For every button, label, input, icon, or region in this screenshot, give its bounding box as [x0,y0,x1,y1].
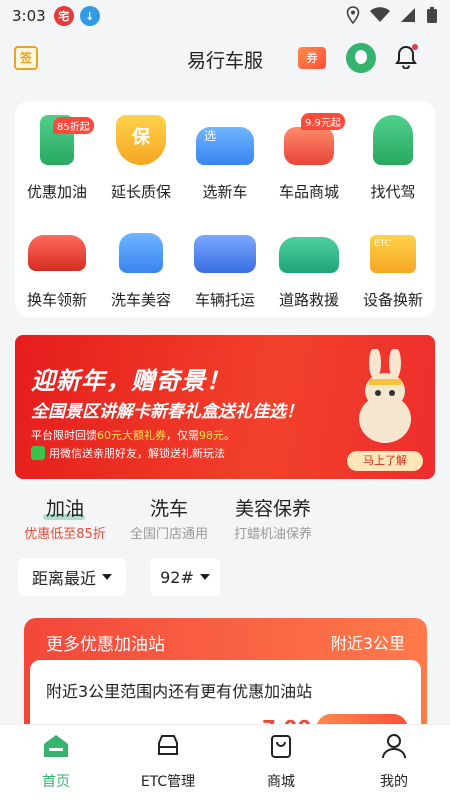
car-front-icon [158,735,178,755]
nearby-range-label: 附近3公里 [330,634,405,653]
grid-item-driver[interactable]: 找代驾 [351,105,435,205]
wifi-icon [370,7,390,22]
tab-label: 美容保养 [234,498,311,520]
tab-label: 洗车 [149,498,188,520]
home-icon [44,735,68,757]
more-stations-title: 更多优惠加油站 [46,635,165,655]
car-exchange-icon [28,235,86,271]
grid-item-shop[interactable]: 9.9元起 车品商城 [267,105,351,205]
status-bar: 3:03 宅 ↓ [0,0,450,32]
customer-service-icon[interactable] [346,43,376,73]
car-wash-icon [119,233,163,273]
etc-device-icon: ETC [370,235,416,273]
grid-item-label: 延长质保 [110,183,171,201]
grid-item-warranty[interactable]: 保 延长质保 [99,105,183,205]
distance-sort-dropdown[interactable]: 距离最近 [18,558,126,596]
shopping-bag-icon [271,735,291,758]
tab-sublabel: 全国门店通用 [129,527,208,542]
nav-label: 商城 [267,774,295,790]
status-time: 3:03 [12,7,46,25]
service-tabs: 加油 优惠低至85折 洗车 全国门店通用 美容保养 打蜡机油保养 [0,494,450,544]
app-notification-icon: 宅 [53,6,74,26]
grid-item-car-exchange[interactable]: 换车领新 [15,213,99,313]
nav-label: 首页 [42,774,70,790]
banner-offer-suffix: 。 [224,429,235,442]
tab-beauty-maintenance[interactable]: 美容保养 打蜡机油保养 [226,494,320,542]
grid-item-label: 优惠加油 [26,183,87,201]
fuel-grade-label: 92# [160,567,194,587]
nav-mall[interactable]: 商城 [226,733,336,791]
new-car-icon: 选 [196,127,254,165]
banner-offer-mid: ，仅需 [166,429,199,442]
car-transport-icon [194,235,256,273]
banner-offer-highlight: 60元大额礼券 [97,429,166,442]
grid-item-car-wash[interactable]: 洗车美容 [99,213,183,313]
grid-item-etc-device[interactable]: ETC 设备换新 [351,213,435,313]
nav-label: ETC管理 [140,774,196,790]
banner-offer-prefix: 平台限时回馈 [31,429,97,442]
tab-sublabel: 优惠低至85折 [24,527,106,542]
banner-title: 迎新年，赠奇景！ [31,367,231,395]
grid-item-label: 道路救援 [278,291,339,309]
fuel-grade-dropdown[interactable]: 92# [150,558,220,596]
warranty-shield-icon: 保 [116,115,166,165]
user-icon [382,734,406,759]
grid-item-label: 设备换新 [362,291,423,309]
grid-item-car-transport[interactable]: 车辆托运 [183,213,267,313]
download-icon: ↓ [79,6,100,26]
grid-item-road-rescue[interactable]: 道路救援 [267,213,351,313]
app-header: 签 易行车服 券 [0,38,450,80]
wechat-icon [31,446,45,460]
signal-icon [401,8,415,22]
grid-item-label: 车辆托运 [194,291,255,309]
notification-dot [412,44,418,50]
driver-icon [373,115,413,165]
grid-item-new-car[interactable]: 选 选新车 [183,105,267,205]
caret-down-icon [102,574,112,580]
grid-item-label: 换车领新 [26,291,87,309]
road-rescue-icon [279,237,339,273]
nav-label: 我的 [380,774,408,790]
page-title: 易行车服 [186,50,263,72]
rabbit-mascot-icon [359,349,411,443]
grid-item-label: 车品商城 [278,183,339,201]
grid-item-label: 选新车 [202,183,248,201]
promo-banner[interactable]: 迎新年，赠奇景！ 全国景区讲解卡新春礼盒送礼佳选！ 平台限时回馈60元大额礼券，… [15,335,435,479]
fuel-discount-badge: 85折起 [53,117,94,134]
battery-icon [427,7,437,23]
tab-label: 加油 [45,498,84,520]
tab-car-wash[interactable]: 洗车 全国门店通用 [122,494,216,542]
caret-down-icon [199,574,210,580]
more-stations-text: 附近3公里范围内还有更有优惠加油站 [46,682,313,701]
location-icon [346,6,360,24]
banner-wechat-line: 用微信送亲朋好友，解锁送礼新玩法 [31,445,225,461]
banner-wechat-text: 用微信送亲朋好友，解锁送礼新玩法 [49,447,225,460]
coupon-icon[interactable]: 券 [298,47,326,69]
bottom-navigation: 首页 ETC管理 商城 我的 [0,724,450,799]
distance-sort-label: 距离最近 [31,569,96,588]
banner-subtitle: 全国景区讲解卡新春礼盒送礼佳选！ [31,402,303,422]
tab-fuel[interactable]: 加油 优惠低至85折 [18,494,112,542]
nav-home[interactable]: 首页 [1,733,111,791]
grid-item-label: 洗车美容 [110,291,171,309]
banner-offer-price: 98元 [199,429,224,442]
banner-learn-more-button[interactable]: 马上了解 [347,451,423,471]
shop-icon [284,127,334,165]
grid-item-label: 找代驾 [370,183,416,201]
grid-item-fuel[interactable]: 85折起 优惠加油 [15,105,99,205]
banner-offer-text: 平台限时回馈60元大额礼券，仅需98元。 [31,427,235,443]
service-grid: 85折起 优惠加油 保 延长质保 选 选新车 9.9元起 车品商城 找代驾 换车… [15,101,435,317]
nav-me[interactable]: 我的 [339,733,449,791]
shop-discount-badge: 9.9元起 [301,113,345,130]
nav-etc[interactable]: ETC管理 [113,733,223,791]
tab-sublabel: 打蜡机油保养 [233,527,312,542]
